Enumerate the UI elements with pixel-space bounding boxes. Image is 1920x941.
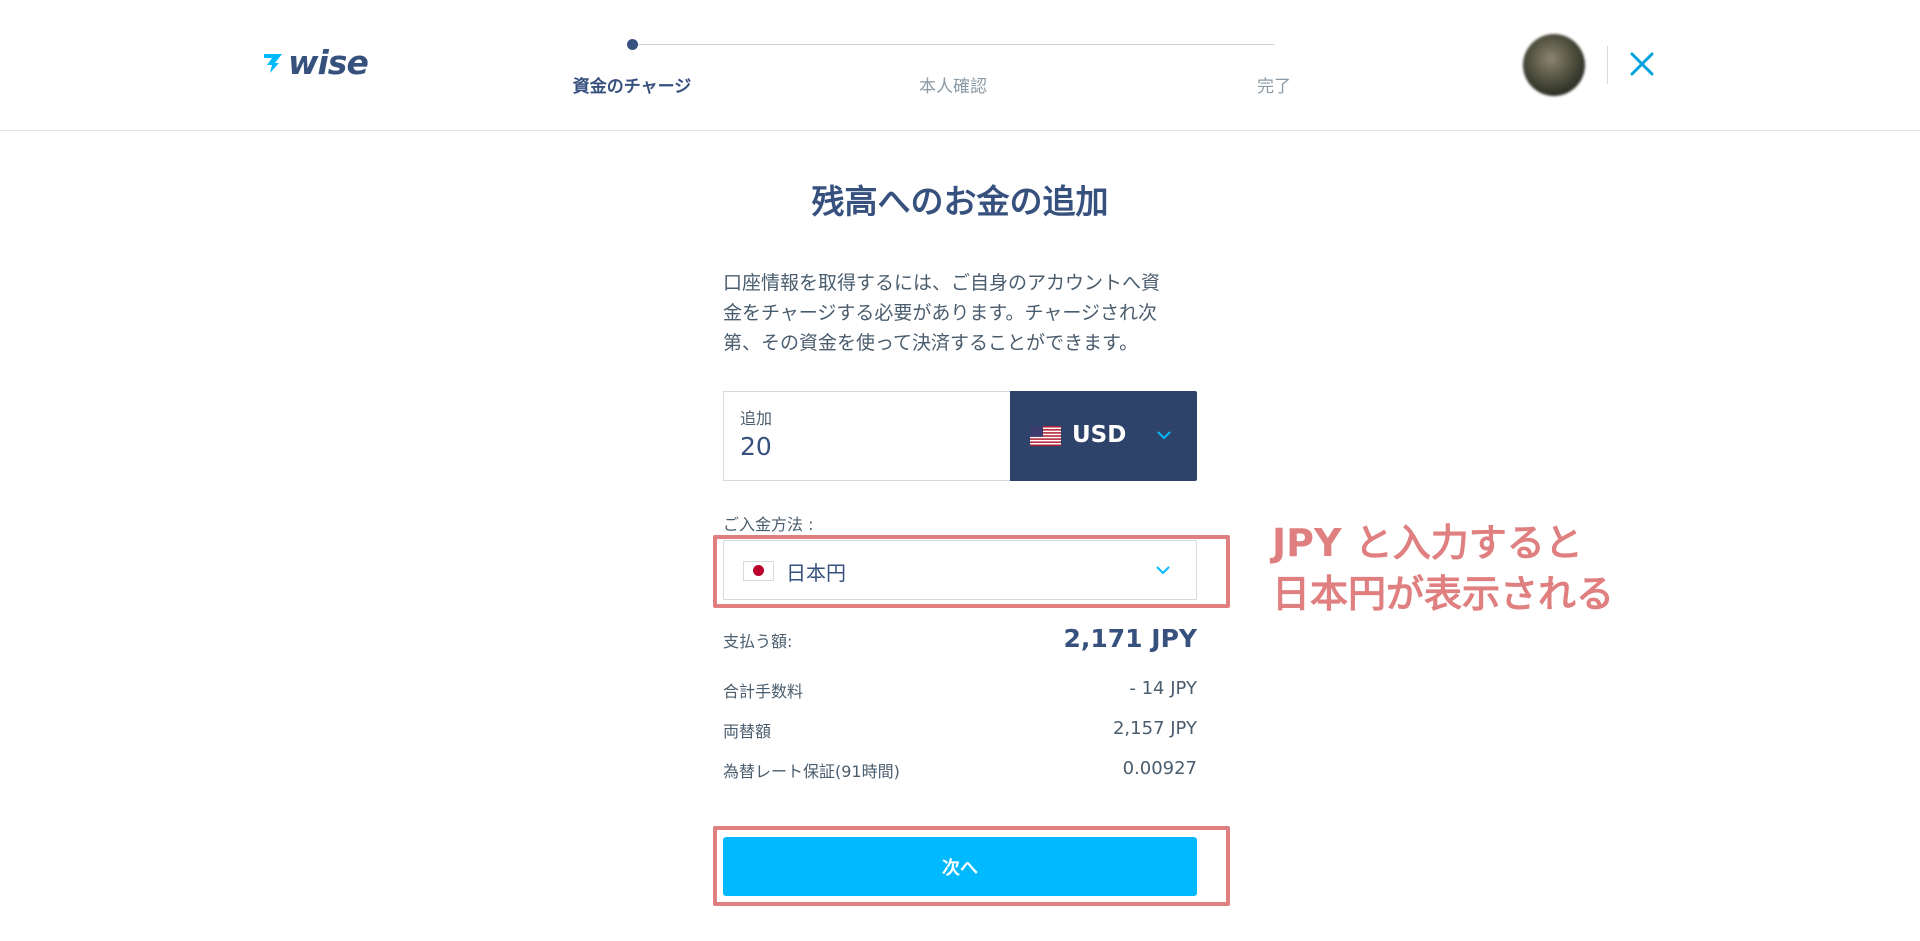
step-fund: 資金のチャージ xyxy=(572,77,692,97)
close-icon xyxy=(1630,52,1654,76)
payment-method-label: ご入金方法 : xyxy=(723,515,814,534)
summary-key: 合計手数料 xyxy=(723,682,804,701)
summary-key: 支払う額: xyxy=(723,632,793,651)
logo-text: wise xyxy=(288,43,369,82)
step-verify: 本人確認 xyxy=(919,77,987,97)
summary-row-converted: 両替額 2,157 JPY xyxy=(723,718,1197,752)
annotation-line: 日本円が表示される xyxy=(1272,572,1615,616)
annotation-text: JPY と入力すると 日本円が表示される xyxy=(1272,518,1614,620)
annotation-highlight-box xyxy=(713,826,1230,906)
page-title: 残高へのお金の追加 xyxy=(811,182,1109,221)
currency-code: USD xyxy=(1072,422,1127,448)
header-divider xyxy=(1607,46,1608,84)
step-complete: 完了 xyxy=(1257,77,1291,97)
currency-select[interactable]: USD xyxy=(1010,391,1197,481)
summary-value: 2,171 JPY xyxy=(1063,624,1197,653)
progress-stepper: 資金のチャージ 本人確認 完了 xyxy=(573,36,1291,97)
annotation-highlight-box xyxy=(713,535,1230,608)
avatar[interactable] xyxy=(1523,34,1585,96)
amount-value[interactable]: 20 xyxy=(740,432,772,461)
intro-line: 口座情報を取得するには、ご自身のアカウントへ資 xyxy=(723,272,1161,294)
intro-text: 口座情報を取得するには、ご自身のアカウントへ資 金をチャージする必要があります。… xyxy=(723,268,1203,358)
summary-row-pay: 支払う額: 2,171 JPY xyxy=(723,624,1197,662)
us-flag-icon xyxy=(1030,426,1061,446)
summary-row-fee: 合計手数料 - 14 JPY xyxy=(723,678,1197,712)
wise-logo[interactable]: wise xyxy=(262,46,382,80)
summary-key: 為替レート保証(91時間) xyxy=(723,762,900,781)
summary-value: - 14 JPY xyxy=(1129,678,1197,699)
summary-value: 0.00927 xyxy=(1122,758,1197,779)
intro-line: 金をチャージする必要があります。チャージされ次 xyxy=(723,302,1157,324)
amount-group: 追加 20 USD xyxy=(723,391,1197,481)
chevron-down-icon xyxy=(1157,431,1171,440)
stepper-line xyxy=(632,44,1274,45)
intro-line: 第、その資金を使って決済することができます。 xyxy=(723,332,1139,354)
amount-input[interactable]: 追加 20 xyxy=(723,391,1011,481)
close-button[interactable] xyxy=(1628,50,1656,78)
amount-label: 追加 xyxy=(740,409,773,428)
header: wise 資金のチャージ 本人確認 完了 xyxy=(0,0,1920,131)
annotation-line: JPY と入力すると xyxy=(1272,521,1583,565)
summary-key: 両替額 xyxy=(723,722,772,741)
stepper-active-dot xyxy=(627,39,638,50)
summary-value: 2,157 JPY xyxy=(1112,718,1197,739)
summary-row-rate: 為替レート保証(91時間) 0.00927 xyxy=(723,758,1197,792)
wise-flag-icon xyxy=(264,54,282,73)
